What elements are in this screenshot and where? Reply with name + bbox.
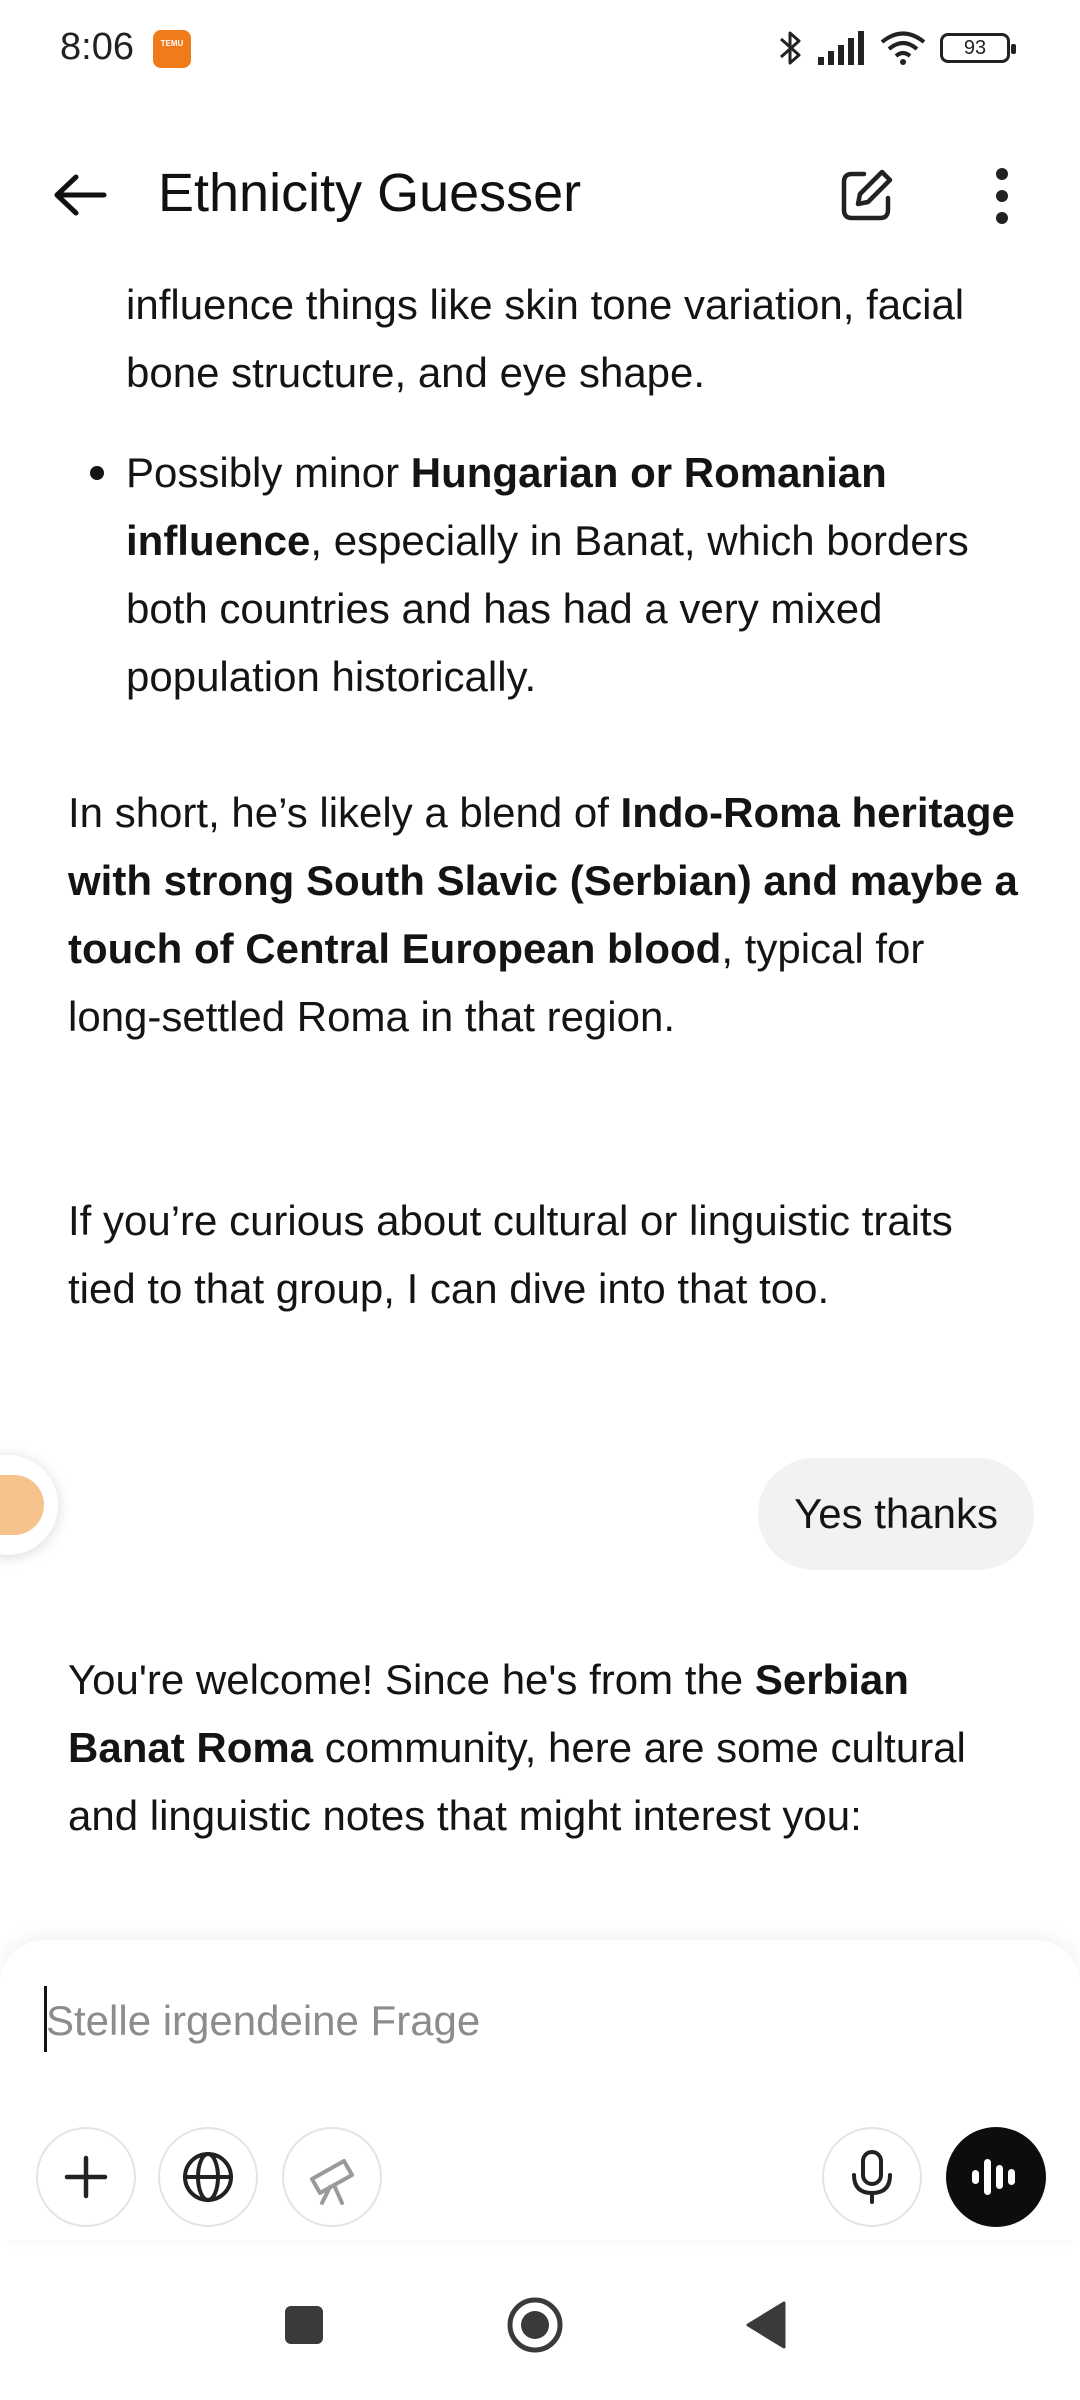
dictation-button[interactable] xyxy=(822,2127,922,2227)
assistant-summary: In short, he’s likely a blend of Indo-Ro… xyxy=(68,789,1018,1040)
bullet-point xyxy=(90,466,104,480)
back-icon xyxy=(746,2301,786,2349)
floating-assistant-button[interactable] xyxy=(0,1455,58,1555)
assistant-bullet-continuation: influence things like skin tone variatio… xyxy=(126,281,965,396)
wifi-icon xyxy=(880,31,926,65)
recents-icon xyxy=(285,2306,323,2344)
voice-mode-button[interactable] xyxy=(946,2127,1046,2227)
assistant-reply: You're welcome! Since he's from the Serb… xyxy=(68,1656,966,1839)
plus-icon xyxy=(64,2155,108,2199)
composer xyxy=(0,1940,1080,2240)
globe-icon xyxy=(183,2152,233,2202)
status-bar: 8:06 TEMU 93 xyxy=(0,0,1080,100)
signal-icon xyxy=(818,31,864,65)
voice-mode-icon xyxy=(972,2159,1015,2195)
back-arrow-icon xyxy=(54,174,107,216)
deep-research-button[interactable] xyxy=(282,2127,382,2227)
bluetooth-icon xyxy=(780,31,801,65)
temu-notification-icon: TEMU xyxy=(153,30,191,68)
home-icon xyxy=(507,2297,563,2353)
status-icons: 93 xyxy=(778,26,1016,70)
web-search-button[interactable] xyxy=(158,2127,258,2227)
battery-level: 93 xyxy=(963,37,987,59)
user-message-bubble: Yes thanks xyxy=(758,1458,1034,1570)
edit-icon xyxy=(841,169,893,221)
chat-thread[interactable]: influence things like skin tone variatio… xyxy=(0,250,1080,1940)
back-button[interactable] xyxy=(40,160,120,230)
user-message-text: Yes thanks xyxy=(794,1490,998,1537)
floating-assistant-icon xyxy=(0,1475,44,1535)
new-chat-button[interactable] xyxy=(830,160,902,232)
system-nav-bar xyxy=(0,2240,1080,2400)
status-time: 8:06 xyxy=(60,26,134,68)
add-attachment-button[interactable] xyxy=(36,2127,136,2227)
telescope-icon xyxy=(310,2159,354,2205)
system-back-button[interactable] xyxy=(731,2290,801,2360)
recents-button[interactable] xyxy=(269,2290,339,2360)
app-bar: Ethnicity Guesser xyxy=(0,140,1080,250)
battery-icon: 93 xyxy=(940,33,1016,63)
more-options-button[interactable] xyxy=(966,160,1038,232)
page-title: Ethnicity Guesser xyxy=(158,163,582,223)
message-input[interactable] xyxy=(44,1986,1034,2056)
microphone-icon xyxy=(852,2150,892,2204)
assistant-bullet: Possibly minor Hungarian or Romanian inf… xyxy=(126,449,969,700)
more-vert-icon xyxy=(996,168,1008,224)
text-caret xyxy=(44,1986,47,2052)
assistant-offer: If you’re curious about cultural or ling… xyxy=(68,1197,953,1312)
home-button[interactable] xyxy=(500,2290,570,2360)
